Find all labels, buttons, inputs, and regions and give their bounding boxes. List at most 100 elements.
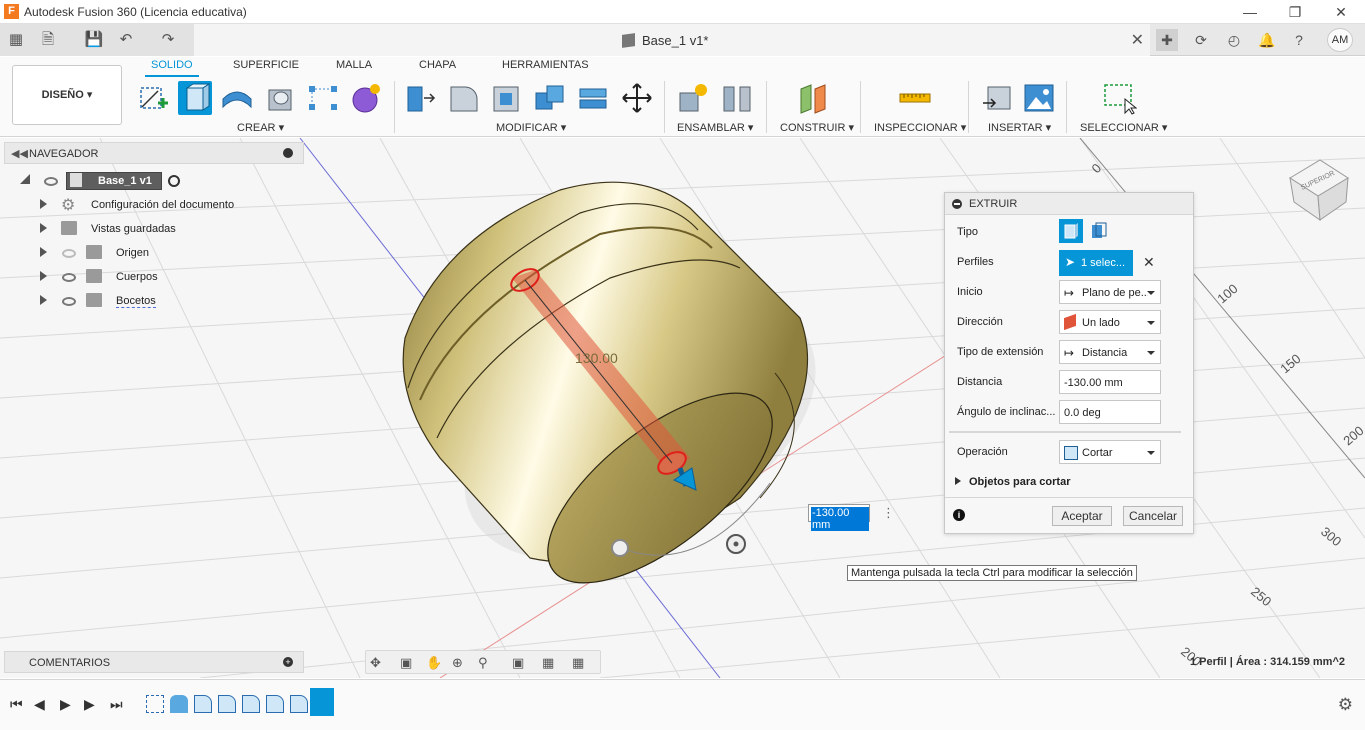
angle-handle[interactable] — [611, 539, 629, 557]
expand-arrow-icon[interactable] — [40, 247, 47, 257]
expand-arrow-icon[interactable] — [40, 271, 47, 281]
workspace-switcher[interactable]: DISEÑO ▾ — [12, 65, 122, 125]
navigator-item[interactable]: Origen — [4, 242, 304, 264]
group-inspeccionar[interactable]: INSPECCIONAR ▾ — [874, 121, 966, 134]
start-dropdown[interactable]: ↦ Plano de pe... — [1059, 280, 1161, 304]
step-forward-icon[interactable]: ▶ — [84, 696, 95, 713]
extrude-icon[interactable] — [178, 81, 212, 115]
clear-selection-icon[interactable]: ✕ — [1143, 254, 1155, 271]
user-avatar[interactable]: AM — [1327, 28, 1353, 52]
step-back-icon[interactable]: ◀ — [34, 696, 45, 713]
operation-dropdown[interactable]: Cortar — [1059, 440, 1161, 464]
visibility-eye-icon[interactable] — [62, 273, 76, 282]
fit-icon[interactable]: ⚲ — [478, 655, 488, 671]
navigator-item[interactable]: Bocetos — [4, 290, 304, 312]
visibility-eye-icon[interactable] — [62, 297, 76, 306]
thin-type-icon[interactable] — [1087, 219, 1111, 243]
insert-derive-icon[interactable] — [980, 81, 1014, 115]
cancel-button[interactable]: Cancelar — [1123, 506, 1183, 526]
add-comment-icon[interactable]: + — [283, 657, 293, 667]
zoom-icon[interactable]: ⊕ — [452, 655, 463, 671]
direction-dropdown[interactable]: Un lado — [1059, 310, 1161, 334]
combine-icon[interactable] — [533, 81, 567, 115]
redo-icon[interactable]: ↷ — [158, 30, 178, 50]
timeline-fillet-icon[interactable] — [266, 695, 284, 713]
more-options-icon[interactable]: ⋮ — [882, 505, 895, 521]
undo-icon[interactable]: ↶ — [116, 30, 136, 50]
distance-input[interactable]: -130.00 mm — [808, 504, 870, 531]
group-construir[interactable]: CONSTRUIR ▾ — [780, 121, 854, 134]
hole-icon[interactable] — [264, 81, 298, 115]
create-sketch-icon[interactable] — [136, 81, 170, 115]
navigator-item[interactable]: Vistas guardadas — [4, 218, 304, 240]
go-to-start-icon[interactable]: ⏮ — [10, 696, 23, 713]
tab-chapa[interactable]: CHAPA — [419, 59, 456, 71]
expand-arrow-icon[interactable] — [40, 295, 47, 305]
measure-icon[interactable] — [898, 81, 932, 115]
navigator-minimize-icon[interactable] — [283, 148, 293, 158]
timeline-current-extrude-marker[interactable] — [310, 688, 334, 716]
row-objetos[interactable]: Objetos para cortar — [945, 469, 1193, 495]
play-icon[interactable]: ▶ — [60, 696, 71, 713]
close-tab-icon[interactable]: ✕ — [1131, 30, 1144, 50]
viewports-icon[interactable]: ▦ — [572, 655, 584, 671]
visibility-eye-icon[interactable] — [44, 177, 58, 186]
document-tab[interactable]: Base_1 v1* ✕ — [194, 24, 1150, 56]
navigator-root-row[interactable]: Base_1 v1 — [4, 170, 304, 192]
distance-field[interactable]: -130.00 mm — [1059, 370, 1161, 394]
hidden-eye-icon[interactable] — [62, 249, 76, 258]
offset-plane-icon[interactable] — [797, 81, 831, 115]
new-component-icon[interactable] — [676, 81, 710, 115]
expand-arrow-icon[interactable] — [40, 199, 47, 209]
split-body-icon[interactable] — [576, 81, 610, 115]
display-settings-icon[interactable]: ▣ — [512, 655, 524, 671]
collapse-panel-icon[interactable]: ◀◀ — [11, 147, 28, 160]
ok-button[interactable]: Aceptar — [1052, 506, 1112, 526]
solid-type-icon[interactable] — [1059, 219, 1083, 243]
timeline-sketch-icon[interactable] — [146, 695, 164, 713]
select-icon[interactable] — [1103, 81, 1138, 115]
group-crear[interactable]: CREAR ▾ — [237, 121, 284, 134]
info-icon[interactable]: i — [953, 509, 965, 521]
data-panel-grid-icon[interactable]: ▦ — [6, 30, 26, 50]
shell-icon[interactable] — [490, 81, 524, 115]
pan-hand-icon[interactable]: ✋ — [426, 655, 442, 671]
extensions-icon[interactable]: ⟳ — [1190, 29, 1212, 51]
group-insertar[interactable]: INSERTAR ▾ — [988, 121, 1051, 134]
press-pull-icon[interactable] — [404, 81, 438, 115]
grid-settings-icon[interactable]: ▦ — [542, 655, 554, 671]
group-modificar[interactable]: MODIFICAR ▾ — [496, 121, 566, 134]
new-tab-button[interactable]: ✚ — [1156, 29, 1178, 51]
timeline-fillet-icon[interactable] — [218, 695, 236, 713]
tab-malla[interactable]: MALLA — [336, 59, 372, 71]
timeline-fillet-icon[interactable] — [290, 695, 308, 713]
pattern-icon[interactable] — [306, 81, 340, 115]
save-icon[interactable]: 💾 — [84, 30, 104, 50]
revolve-icon[interactable] — [220, 81, 254, 115]
comments-panel[interactable]: COMENTARIOS + — [4, 651, 304, 673]
create-form-icon[interactable] — [349, 81, 383, 115]
file-menu-icon[interactable]: 🗎 — [38, 30, 58, 50]
navigator-item[interactable]: Cuerpos — [4, 266, 304, 288]
joint-icon[interactable] — [720, 81, 754, 115]
group-seleccionar[interactable]: SELECCIONAR ▾ — [1080, 121, 1167, 134]
tab-solido[interactable]: SOLIDO — [145, 59, 199, 77]
taper-angle-field[interactable]: 0.0 deg — [1059, 400, 1161, 424]
tab-herramientas[interactable]: HERRAMIENTAS — [502, 59, 589, 71]
extent-type-dropdown[interactable]: ↦ Distancia — [1059, 340, 1161, 364]
collapse-dialog-icon[interactable] — [952, 199, 962, 209]
close-window-button[interactable]: ✕ — [1326, 2, 1356, 22]
go-to-end-icon[interactable]: ⏭ — [110, 696, 123, 713]
insert-canvas-icon[interactable] — [1022, 81, 1056, 115]
timeline-fillet-icon[interactable] — [242, 695, 260, 713]
timeline-fillet-icon[interactable] — [194, 695, 212, 713]
move-icon[interactable] — [620, 81, 654, 115]
notifications-bell-icon[interactable]: 🔔 — [1256, 29, 1278, 51]
group-ensamblar[interactable]: ENSAMBLAR ▾ — [677, 121, 753, 134]
activate-component-icon[interactable] — [168, 175, 180, 187]
navigator-header[interactable]: ◀◀ NAVEGADOR — [4, 142, 304, 164]
timeline-settings-gear-icon[interactable]: ⚙ — [1338, 695, 1353, 715]
restore-button[interactable]: ❐ — [1280, 2, 1310, 22]
extrude-dialog-header[interactable]: EXTRUIR — [945, 193, 1193, 215]
tab-superficie[interactable]: SUPERFICIE — [233, 59, 299, 71]
